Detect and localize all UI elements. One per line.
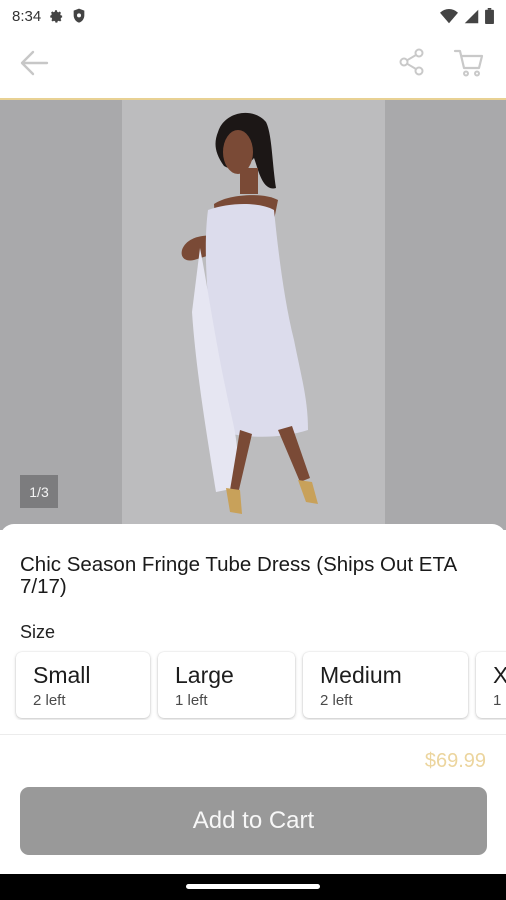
home-gesture-handle[interactable] bbox=[186, 884, 320, 889]
share-icon bbox=[398, 48, 426, 81]
size-option-medium[interactable]: Medium 2 left bbox=[303, 652, 468, 718]
size-stock: 1 left bbox=[175, 692, 208, 709]
product-price: $69.99 bbox=[424, 750, 486, 772]
back-arrow-icon bbox=[19, 50, 49, 81]
product-photo bbox=[122, 100, 385, 530]
status-time: 8:34 bbox=[12, 7, 42, 25]
size-stock: 2 left bbox=[33, 692, 66, 709]
image-counter: 1/3 bbox=[20, 475, 58, 508]
back-button[interactable] bbox=[16, 50, 52, 80]
size-name: Medium bbox=[320, 662, 402, 688]
size-options: Small 2 left Large 1 left Medium 2 left … bbox=[0, 650, 506, 720]
shield-icon bbox=[72, 8, 86, 24]
battery-icon bbox=[485, 8, 494, 24]
size-option-x[interactable]: X 1 bbox=[476, 652, 506, 718]
size-name: Large bbox=[175, 662, 234, 688]
product-details-sheet: Chic Season Fringe Tube Dress (Ships Out… bbox=[0, 524, 506, 874]
size-option-small[interactable]: Small 2 left bbox=[16, 652, 150, 718]
gear-icon bbox=[49, 9, 64, 24]
cart-button[interactable] bbox=[451, 48, 487, 82]
size-option-large[interactable]: Large 1 left bbox=[158, 652, 295, 718]
size-stock: 2 left bbox=[320, 692, 353, 709]
share-button[interactable] bbox=[396, 48, 428, 80]
product-title: Chic Season Fringe Tube Dress (Ships Out… bbox=[20, 553, 457, 598]
size-label: Size bbox=[20, 622, 56, 642]
size-name: X bbox=[493, 662, 506, 688]
size-stock: 1 bbox=[493, 692, 502, 709]
signal-icon bbox=[464, 9, 479, 24]
product-image-gallery[interactable] bbox=[0, 100, 506, 530]
size-name: Small bbox=[33, 662, 91, 688]
add-to-cart-button[interactable]: Add to Cart bbox=[20, 787, 487, 855]
status-bar: 8:34 bbox=[0, 0, 506, 32]
system-nav-bar bbox=[0, 874, 506, 900]
wifi-icon bbox=[440, 8, 458, 24]
app-bar bbox=[0, 32, 506, 98]
divider bbox=[0, 734, 506, 735]
cart-icon bbox=[453, 48, 485, 83]
